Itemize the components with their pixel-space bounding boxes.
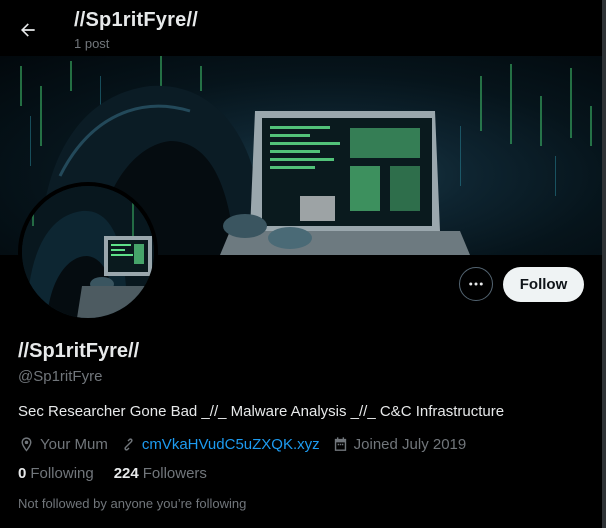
- more-dots-icon: [469, 282, 483, 286]
- website-link[interactable]: cmVkaHVudC5uZXQK.xyz: [142, 436, 320, 453]
- more-options-button[interactable]: [459, 267, 493, 301]
- following-label: Following: [30, 465, 94, 482]
- profile-bio: Sec Researcher Gone Bad _//_ Malware Ana…: [18, 403, 505, 420]
- post-count: 1 post: [74, 36, 110, 51]
- follow-button[interactable]: Follow: [503, 267, 584, 302]
- header-title: //Sp1ritFyre//: [74, 9, 198, 31]
- display-name: //Sp1ritFyre//: [18, 340, 140, 362]
- website-item[interactable]: cmVkaHVudC5uZXQK.xyz: [120, 436, 320, 453]
- link-icon: [124, 437, 133, 451]
- avatar-image: [22, 186, 154, 318]
- following-count: 0: [18, 465, 27, 482]
- follow-stats: 0 Following 224 Followers: [18, 465, 227, 482]
- calendar-icon: [334, 436, 346, 451]
- not-followed-notice: Not followed by anyone you’re following: [18, 496, 247, 511]
- joined-text: Joined July 2019: [353, 435, 467, 453]
- followers-link[interactable]: 224 Followers: [114, 465, 207, 482]
- profile-meta: Your Mum cmVkaHVudC5uZXQK.xyz Joined Jul…: [18, 433, 478, 455]
- followers-label: Followers: [142, 465, 207, 482]
- arrow-left-icon: [21, 23, 35, 37]
- avatar[interactable]: [18, 182, 158, 322]
- followers-count: 224: [113, 465, 139, 482]
- user-handle: @Sp1ritFyre: [18, 368, 103, 385]
- profile-header-bar: //Sp1ritFyre// 1 post: [0, 0, 602, 56]
- back-button[interactable]: [12, 12, 44, 48]
- right-edge-border: [602, 0, 606, 528]
- location-item: Your Mum: [18, 436, 108, 453]
- location-pin-icon: [21, 436, 32, 452]
- following-link[interactable]: 0 Following: [18, 465, 94, 482]
- joined-item: Joined July 2019: [332, 435, 467, 453]
- location-text: Your Mum: [40, 435, 108, 453]
